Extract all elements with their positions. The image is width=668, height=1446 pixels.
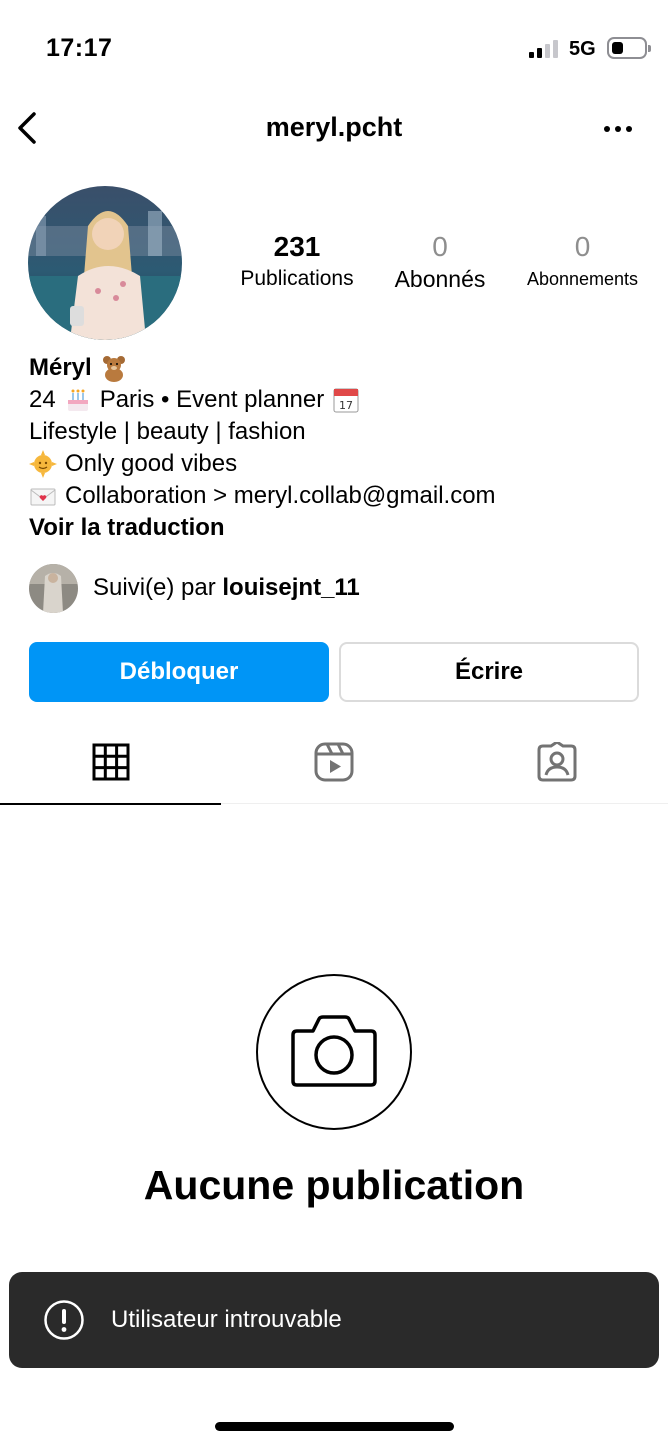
- ellipsis-icon[interactable]: [602, 122, 634, 134]
- tagged-icon: [537, 740, 577, 787]
- birthday-cake-icon: [64, 386, 92, 414]
- empty-state-title: Aucune publication: [143, 1162, 525, 1208]
- stat-value: 0: [574, 231, 591, 262]
- signal-strength-icon: [529, 40, 561, 58]
- profile-avatar[interactable]: [28, 186, 182, 340]
- bio-line-4: Collaboration > meryl.collab@gmail.com: [29, 480, 649, 512]
- battery-icon: [607, 37, 651, 59]
- camera-icon: [291, 1013, 377, 1092]
- message-button[interactable]: Écrire: [339, 642, 639, 702]
- stat-followers[interactable]: 0 Abonnés: [385, 230, 495, 294]
- calendar-icon: 17: [332, 386, 360, 414]
- tab-reels[interactable]: [223, 724, 445, 804]
- profile-tabs: [0, 724, 668, 805]
- bio-vibes: Only good vibes: [65, 450, 238, 477]
- profile-name: Méryl: [29, 354, 92, 381]
- stat-label: Abonnés: [394, 266, 486, 292]
- stat-following[interactable]: 0 Abonnements: [515, 230, 650, 294]
- status-bar: 17:17 5G: [0, 0, 668, 96]
- unblock-button[interactable]: Débloquer: [29, 642, 329, 702]
- sun-face-icon: [29, 450, 57, 478]
- follower-avatar: [29, 563, 78, 613]
- bio-collab-email[interactable]: Collaboration > meryl.collab@gmail.com: [65, 480, 496, 512]
- toast-message: Utilisateur introuvable: [111, 1306, 342, 1333]
- home-indicator[interactable]: [215, 1422, 454, 1431]
- profile-bio: Méryl 24 Paris • Event planner 17 Lifest…: [29, 352, 649, 544]
- tab-tagged[interactable]: [446, 724, 668, 804]
- stat-value: 0: [432, 231, 448, 262]
- followed-by[interactable]: Suivi(e) par louisejnt_11: [29, 563, 360, 613]
- empty-state-camera: [256, 974, 412, 1130]
- stat-label: Publications: [240, 267, 354, 290]
- bio-location-job: Paris • Event planner: [99, 386, 325, 413]
- bio-name-line: Méryl: [29, 352, 649, 384]
- followed-by-text: Suivi(e) par louisejnt_11: [93, 574, 360, 602]
- followed-by-user[interactable]: louisejnt_11: [222, 574, 359, 601]
- teddy-bear-icon: [100, 354, 128, 382]
- svg-text:17: 17: [339, 399, 353, 412]
- stat-value: 231: [273, 231, 321, 262]
- love-letter-icon: [29, 482, 57, 510]
- network-type: 5G: [569, 38, 596, 60]
- bio-line-1: 24 Paris • Event planner 17: [29, 384, 649, 416]
- stat-label: Abonnements: [526, 269, 639, 289]
- stat-publications[interactable]: 231 Publications: [230, 230, 364, 294]
- alert-circle-icon: [43, 1299, 85, 1341]
- status-time: 17:17: [46, 34, 113, 62]
- reels-icon: [314, 742, 354, 787]
- see-translation-link[interactable]: Voir la traduction: [29, 512, 649, 544]
- bio-age: 24: [29, 386, 56, 413]
- bio-line-2: Lifestyle | beauty | fashion: [29, 418, 306, 445]
- bio-line-3: Only good vibes: [29, 448, 649, 480]
- tab-grid[interactable]: [0, 724, 222, 805]
- profile-username-title: meryl.pcht: [265, 112, 403, 142]
- profile-header: meryl.pcht: [0, 96, 668, 162]
- grid-icon: [92, 743, 130, 786]
- followed-by-prefix: Suivi(e) par: [93, 574, 216, 601]
- toast-notification: Utilisateur introuvable: [9, 1272, 659, 1368]
